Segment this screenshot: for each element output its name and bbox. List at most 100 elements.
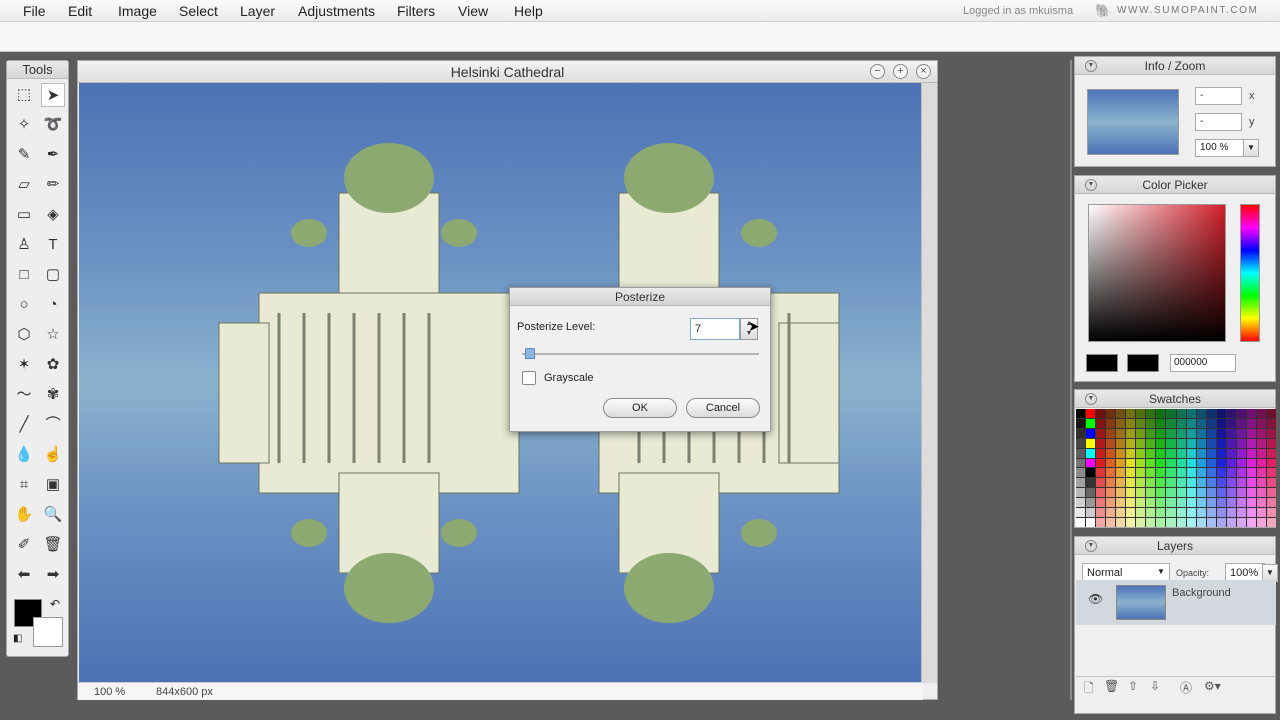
collapse-icon[interactable]: ▼ (1085, 60, 1097, 72)
burst-icon[interactable]: ✶ (12, 353, 36, 377)
swatch-cell[interactable] (1246, 468, 1256, 478)
swatch-cell[interactable] (1186, 458, 1196, 468)
swatch-cell[interactable] (1116, 488, 1126, 498)
swatch-cell[interactable] (1156, 508, 1166, 518)
site-link[interactable]: WWW.SUMOPAINT.COM (1117, 5, 1258, 16)
swatch-cell[interactable] (1116, 518, 1126, 527)
swatch-cell[interactable] (1266, 518, 1276, 527)
swatch-cell[interactable] (1166, 468, 1176, 478)
swatch-cell[interactable] (1106, 468, 1116, 478)
swatch-cell[interactable] (1116, 478, 1126, 488)
back-icon[interactable]: ⬅ (12, 563, 36, 587)
fill-icon[interactable]: ◈ (41, 203, 65, 227)
swatch-cell[interactable] (1196, 508, 1206, 518)
rectangle-icon[interactable]: □ (12, 263, 36, 287)
swatch-cell[interactable] (1186, 488, 1196, 498)
swatch-cell[interactable] (1226, 428, 1236, 438)
swatch-cell[interactable] (1076, 458, 1086, 468)
swatch-grid[interactable] (1076, 409, 1276, 527)
magic-wand-icon[interactable]: ✧ (12, 113, 36, 137)
swatch-cell[interactable] (1266, 418, 1276, 428)
swatch-cell[interactable] (1186, 428, 1196, 438)
swatch-cell[interactable] (1146, 418, 1156, 428)
swatch-cell[interactable] (1226, 438, 1236, 448)
pencil-icon[interactable]: ✏ (41, 173, 65, 197)
posterize-slider-thumb[interactable] (524, 348, 535, 359)
swatch-cell[interactable] (1256, 409, 1266, 418)
swatch-cell[interactable] (1206, 518, 1216, 527)
swatch-cell[interactable] (1236, 448, 1246, 458)
swatch-cell[interactable] (1076, 488, 1086, 498)
menu-filters[interactable]: Filters (397, 3, 435, 19)
swatch-cell[interactable] (1206, 488, 1216, 498)
swatch-cell[interactable] (1216, 488, 1226, 498)
swatch-cell[interactable] (1096, 518, 1106, 527)
menu-edit[interactable]: Edit (68, 3, 92, 19)
swatch-cell[interactable] (1116, 438, 1126, 448)
swatch-cell[interactable] (1216, 468, 1226, 478)
swatch-cell[interactable] (1116, 498, 1126, 508)
swatch-cell[interactable] (1126, 488, 1136, 498)
swatch-cell[interactable] (1256, 478, 1266, 488)
swatch-cell[interactable] (1226, 468, 1236, 478)
swatch-cell[interactable] (1166, 418, 1176, 428)
swatch-cell[interactable] (1216, 438, 1226, 448)
swatch-cell[interactable] (1266, 498, 1276, 508)
swatch-cell[interactable] (1126, 409, 1136, 418)
swatch-cell[interactable] (1086, 498, 1096, 508)
swatch-cell[interactable] (1136, 428, 1146, 438)
menu-view[interactable]: View (458, 3, 488, 19)
swatch-cell[interactable] (1206, 438, 1216, 448)
swatch-cell[interactable] (1186, 498, 1196, 508)
swatch-cell[interactable] (1246, 409, 1256, 418)
swatch-cell[interactable] (1226, 409, 1236, 418)
swatch-cell[interactable] (1096, 438, 1106, 448)
swatch-cell[interactable] (1096, 409, 1106, 418)
swatch-cell[interactable] (1236, 409, 1246, 418)
swatch-cell[interactable] (1206, 458, 1216, 468)
swatch-cell[interactable] (1096, 488, 1106, 498)
swatch-cell[interactable] (1146, 438, 1156, 448)
swatch-cell[interactable] (1156, 448, 1166, 458)
navigator-thumbnail[interactable] (1087, 89, 1179, 155)
swatch-cell[interactable] (1166, 508, 1176, 518)
flower-icon[interactable]: ✿ (41, 353, 65, 377)
swatch-cell[interactable] (1086, 448, 1096, 458)
swatch-cell[interactable] (1176, 428, 1186, 438)
swatch-cell[interactable] (1126, 438, 1136, 448)
swatch-cell[interactable] (1086, 518, 1096, 527)
crop-icon[interactable]: ⌗ (12, 473, 36, 497)
move-layer-down-icon[interactable]: ⇩ (1150, 679, 1160, 693)
swatch-cell[interactable] (1216, 458, 1226, 468)
swatch-cell[interactable] (1186, 418, 1196, 428)
swatch-cell[interactable] (1206, 508, 1216, 518)
swatch-cell[interactable] (1166, 498, 1176, 508)
swatch-cell[interactable] (1076, 409, 1086, 418)
swatch-cell[interactable] (1236, 478, 1246, 488)
posterize-level-input[interactable] (690, 318, 740, 340)
ok-button[interactable]: OK (603, 398, 677, 418)
swatch-cell[interactable] (1256, 498, 1266, 508)
swatch-cell[interactable] (1246, 478, 1256, 488)
grayscale-checkbox[interactable] (522, 371, 536, 385)
swatch-cell[interactable] (1156, 409, 1166, 418)
swatch-cell[interactable] (1176, 448, 1186, 458)
marquee-icon[interactable]: ⬚ (12, 83, 36, 107)
collapse-icon[interactable]: ▼ (1085, 540, 1097, 552)
swatch-cell[interactable] (1236, 468, 1246, 478)
swatch-cell[interactable] (1176, 409, 1186, 418)
swatch-cell[interactable] (1136, 438, 1146, 448)
swatch-cell[interactable] (1216, 478, 1226, 488)
swatch-cell[interactable] (1146, 458, 1156, 468)
swatch-cell[interactable] (1176, 508, 1186, 518)
swatch-cell[interactable] (1226, 508, 1236, 518)
swatch-cell[interactable] (1096, 498, 1106, 508)
swatch-cell[interactable] (1256, 428, 1266, 438)
swatch-cell[interactable] (1086, 409, 1096, 418)
swatch-cell[interactable] (1106, 438, 1116, 448)
swatch-cell[interactable] (1196, 448, 1206, 458)
swatch-cell[interactable] (1096, 478, 1106, 488)
swatch-cell[interactable] (1076, 498, 1086, 508)
swatch-cell[interactable] (1266, 438, 1276, 448)
delete-layer-icon[interactable]: 🗑 (1104, 679, 1119, 693)
